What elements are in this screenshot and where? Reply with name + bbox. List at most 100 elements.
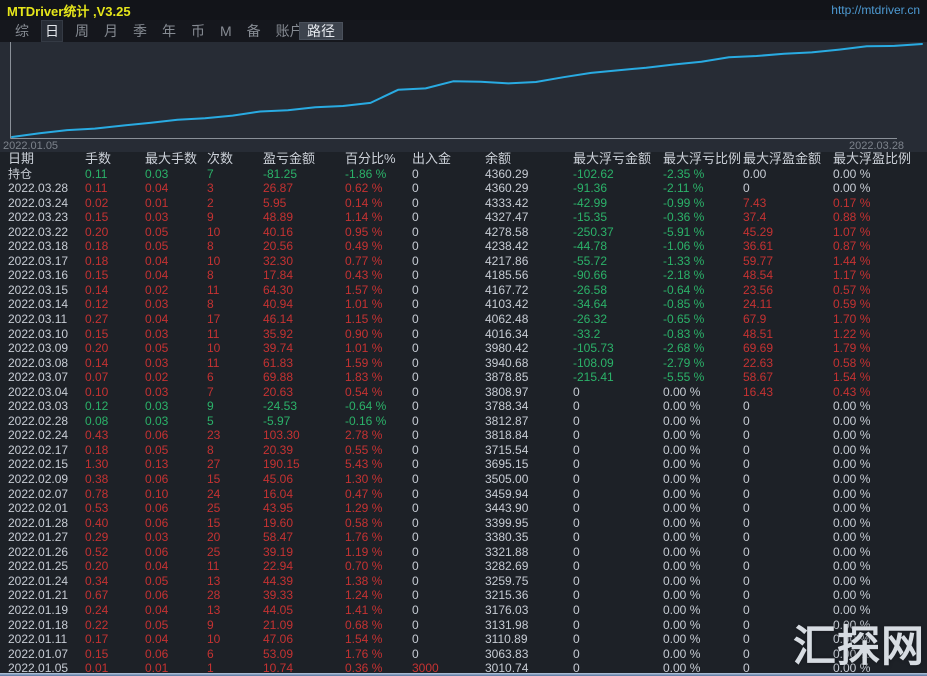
table-cell: -2.18 % [663,268,705,283]
table-cell: 0.62 % [345,181,383,196]
table-row[interactable]: 2022.02.17 0.18 0.05 8 20.39 0.55 % 0 3715.54 0 0… [0,443,927,458]
table-cell: 4333.42 [485,195,529,210]
table-row[interactable]: 2022.03.16 0.15 0.04 8 17.84 0.43 % 0 4185.56 -9… [0,268,927,283]
table-cell: 2022.01.25 [8,559,69,574]
table-cell: 40.94 [263,297,294,312]
table-row[interactable]: 2022.03.15 0.14 0.02 11 64.30 1.57 % 0 4167.72 -… [0,283,927,298]
table-cell: 4185.56 [485,268,529,283]
column-header: 日期 [8,151,35,166]
table-row[interactable]: 2022.01.24 0.34 0.05 13 44.39 1.38 % 0 3259.75 0… [0,574,927,589]
menu-item-2[interactable]: 日 [41,20,63,42]
table-row[interactable]: 2022.03.10 0.15 0.03 11 35.92 0.90 % 0 4016.34 -… [0,327,927,342]
table-row[interactable]: 2022.01.11 0.17 0.04 10 47.06 1.54 % 0 3110.89 0… [0,632,927,647]
table-row[interactable]: 2022.03.08 0.14 0.03 11 61.83 1.59 % 0 3940.68 -… [0,356,927,371]
table-row[interactable]: 2022.03.09 0.20 0.05 10 39.74 1.01 % 0 3980.42 -… [0,341,927,356]
table-cell: 0 [743,515,750,530]
table-row[interactable]: 2022.01.28 0.40 0.06 15 19.60 0.58 % 0 3399.95 0… [0,516,927,531]
table-cell: 1.70 % [833,312,871,327]
menu-item-8[interactable]: M [217,22,235,40]
table-cell: 1.01 % [345,297,383,312]
table-cell: 0.18 [85,442,109,457]
menu-item-4[interactable]: 月 [101,20,121,42]
table-cell: 0.00 % [663,573,701,588]
table-cell: 8 [207,268,214,283]
position-row[interactable]: 持仓 0.11 0.03 7 -81.25 -1.86 % 0 4360.29 -102.62 -… [0,167,927,182]
table-row[interactable]: 2022.03.11 0.27 0.04 17 46.14 1.15 % 0 4062.48 -… [0,312,927,327]
table-cell: 0.29 [85,530,109,545]
table-cell: 0.06 [145,428,169,443]
table-cell: 3 [207,181,214,196]
table-cell: 0 [412,559,419,574]
table-cell: 0.00 % [833,442,871,457]
table-cell: 0 [412,413,419,428]
table-row[interactable]: 2022.01.27 0.29 0.03 20 58.47 1.76 % 0 3380.35 0… [0,530,927,545]
table-row[interactable]: 2022.03.14 0.12 0.03 8 40.94 1.01 % 0 4103.42 -3… [0,297,927,312]
table-cell: 43.95 [263,501,294,516]
table-row[interactable]: 2022.02.24 0.43 0.06 23 103.30 2.78 % 0 3818.84… [0,428,927,443]
path-button[interactable]: 路径 [299,22,343,40]
table-cell: 1.07 % [833,224,871,239]
table-row[interactable]: 2022.02.28 0.08 0.03 5 -5.97 -0.16 % 0 3812.87 0… [0,414,927,429]
table-cell: 2022.02.24 [8,428,69,443]
table-cell: 2022.02.17 [8,442,69,457]
table-row[interactable]: 2022.02.15 1.30 0.13 27 190.15 5.43 % 0 3695.15… [0,457,927,472]
table-row[interactable]: 2022.01.21 0.67 0.06 28 39.33 1.24 % 0 3215.36 0… [0,588,927,603]
menu-item-5[interactable]: 季 [130,20,150,42]
table-cell: 45.06 [263,472,294,487]
app-url-link[interactable]: http://mtdriver.cn [831,3,920,17]
menu-item-1[interactable]: 综 [12,20,32,42]
table-cell: 0.55 % [345,442,383,457]
table-row[interactable]: 2022.03.24 0.02 0.01 2 5.95 0.14 % 0 4333.42 -42… [0,196,927,211]
table-cell: 0 [743,413,750,428]
table-row[interactable]: 2022.03.07 0.07 0.02 6 69.88 1.83 % 0 3878.85 -2… [0,370,927,385]
table-row[interactable]: 2022.01.18 0.22 0.05 9 21.09 0.68 % 0 3131.98 0 0… [0,618,927,633]
table-cell: 0 [412,239,419,254]
table-cell: 0 [573,573,580,588]
menu-item-6[interactable]: 年 [159,20,179,42]
table-cell: 0 [412,602,419,617]
table-row[interactable]: 2022.02.07 0.78 0.10 24 16.04 0.47 % 0 3459.94 0… [0,487,927,502]
table-cell: 0 [743,573,750,588]
table-cell: 44.39 [263,573,294,588]
table-row[interactable]: 2022.01.07 0.15 0.06 6 53.09 1.76 % 0 3063.83 0 0… [0,647,927,662]
table-row[interactable]: 2022.03.18 0.18 0.05 8 20.56 0.49 % 0 4238.42 -4… [0,239,927,254]
table-cell: 59.77 [743,253,774,268]
table-cell: 39.19 [263,544,294,559]
column-header: 最大手数 [145,151,198,166]
table-row[interactable]: 2022.03.23 0.15 0.03 9 48.89 1.14 % 0 4327.47 -1… [0,210,927,225]
table-row[interactable]: 2022.02.01 0.53 0.06 25 43.95 1.29 % 0 3443.90 0… [0,501,927,516]
table-cell: 0 [412,544,419,559]
table-cell: 9 [207,399,214,414]
table-cell: 1.76 % [345,530,383,545]
table-row[interactable]: 2022.01.25 0.20 0.04 11 22.94 0.70 % 0 3282.69 0… [0,559,927,574]
table-cell: 0.00 % [663,617,701,632]
table-cell: 0.06 [145,515,169,530]
table-cell: -0.64 % [663,282,705,297]
table-cell: 9 [207,210,214,225]
table-row[interactable]: 2022.03.03 0.12 0.03 9 -24.53 -0.64 % 0 3788.34… [0,399,927,414]
menu-item-3[interactable]: 周 [72,20,92,42]
menu-item-7[interactable]: 币 [188,20,208,42]
table-cell: 17.84 [263,268,294,283]
table-cell: 0 [743,457,750,472]
table-row[interactable]: 2022.03.04 0.10 0.03 7 20.63 0.54 % 0 3808.97 0 0… [0,385,927,400]
table-row[interactable]: 2022.01.19 0.24 0.04 13 44.05 1.41 % 0 3176.03 0… [0,603,927,618]
table-row[interactable]: 2022.03.22 0.20 0.05 10 40.16 0.95 % 0 4278.58 -… [0,225,927,240]
table-row[interactable]: 2022.01.26 0.52 0.06 25 39.19 1.19 % 0 3321.88 0… [0,545,927,560]
table-cell: -24.53 [263,399,298,414]
table-cell: -34.64 [573,297,608,312]
table-cell: 0.06 [145,544,169,559]
table-cell: -0.83 % [663,326,705,341]
table-row[interactable]: 2022.02.09 0.38 0.06 15 45.06 1.30 % 0 3505.00 0… [0,472,927,487]
table-cell: 3459.94 [485,486,529,501]
menu-item-9[interactable]: 备 [244,20,264,42]
table-row[interactable]: 2022.03.17 0.18 0.04 10 32.30 0.77 % 0 4217.86 -… [0,254,927,269]
table-cell: 0.03 [145,166,169,181]
table-cell: 1.19 % [345,544,383,559]
column-header: 盈亏金额 [263,151,316,166]
table-row[interactable]: 2022.03.28 0.11 0.04 3 26.87 0.62 % 0 4360.29 -9… [0,181,927,196]
table-cell: 0.00 % [833,544,871,559]
table-cell: 0 [573,530,580,545]
table-cell: 3443.90 [485,501,529,516]
table-cell: 0 [573,588,580,603]
